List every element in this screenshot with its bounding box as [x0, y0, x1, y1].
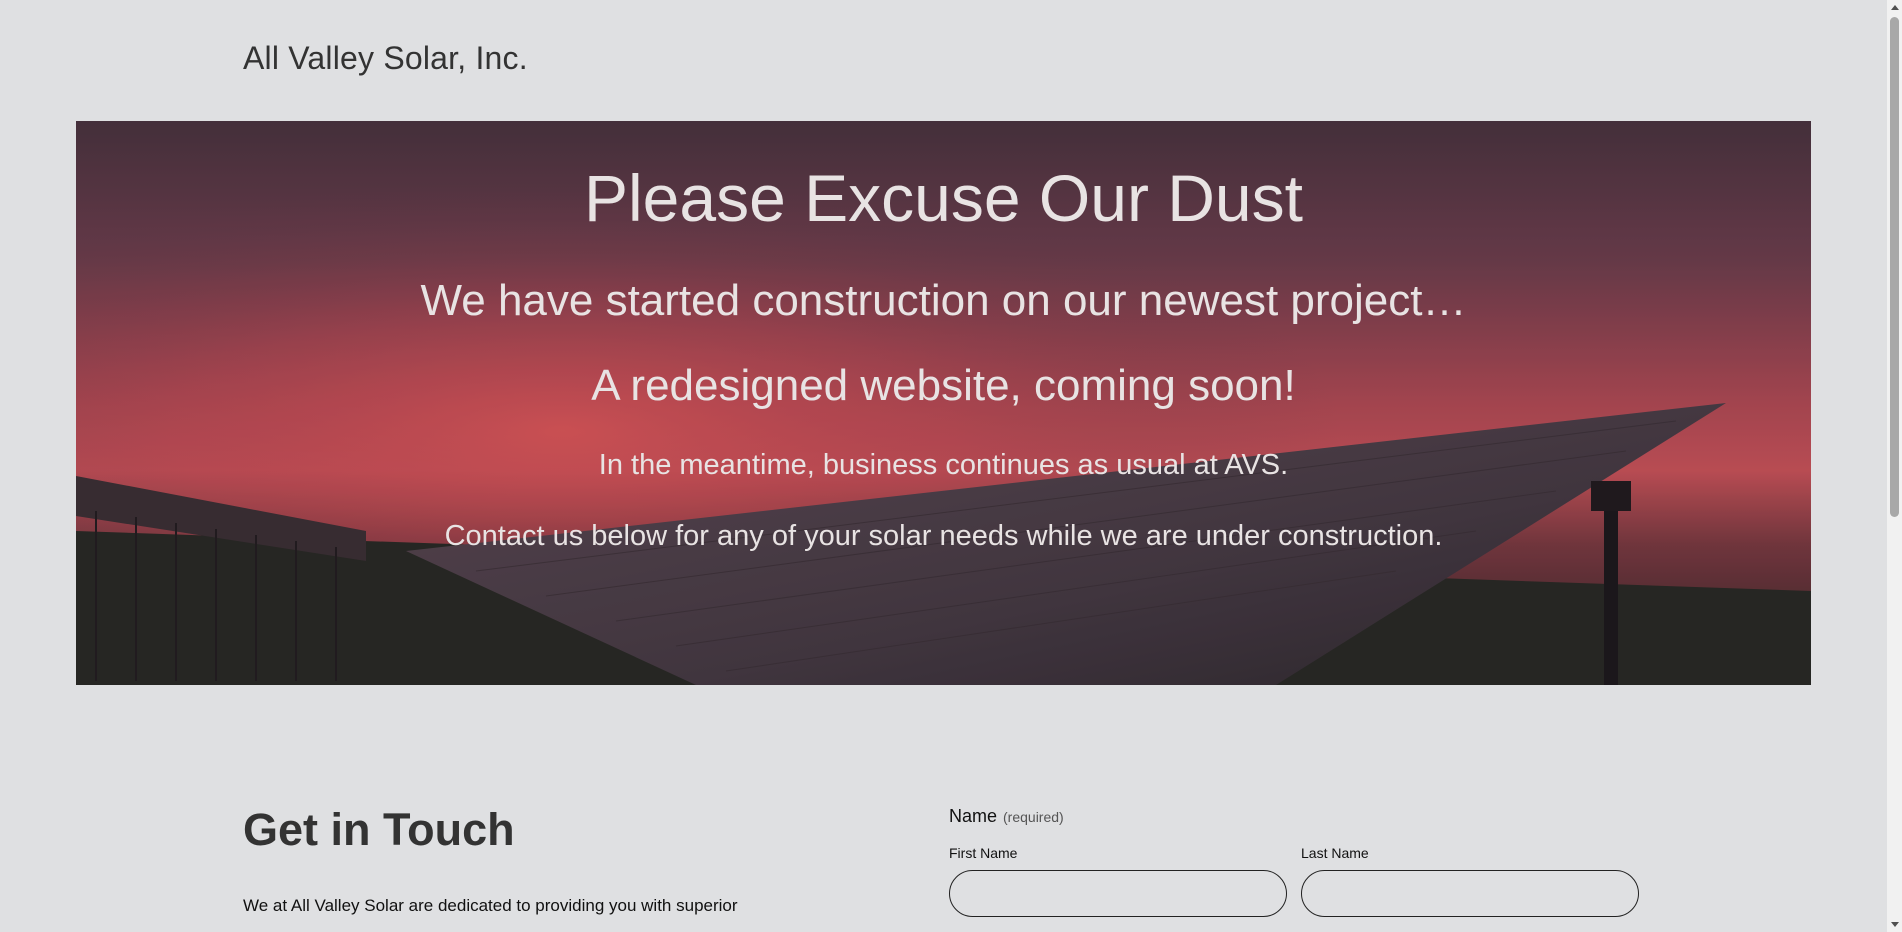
name-label: Name	[949, 806, 998, 826]
page: All Valley Solar, Inc. Please Excuse Our…	[0, 0, 1887, 932]
contact-description-line: We at All Valley Solar are dedicated to …	[243, 896, 738, 915]
contact-description: We at All Valley Solar are dedicated to …	[243, 889, 843, 932]
hero-heading: Please Excuse Our Dust	[584, 161, 1303, 235]
site-title-link[interactable]: All Valley Solar, Inc.	[243, 40, 528, 77]
first-name-input[interactable]	[949, 870, 1287, 917]
contact-description-line: service. Fill out the form and our team …	[243, 923, 843, 932]
required-indicator: (required)	[1003, 809, 1064, 825]
page-scrollbar[interactable]	[1887, 0, 1902, 932]
scroll-up-arrow-icon[interactable]	[1887, 0, 1902, 15]
hero-line-project: We have started construction on our newe…	[420, 276, 1467, 325]
first-name-label: First Name	[949, 845, 1018, 861]
last-name-label: Last Name	[1301, 845, 1369, 861]
hero-line-business: In the meantime, business continues as u…	[598, 449, 1289, 481]
scroll-down-arrow-icon[interactable]	[1887, 917, 1902, 932]
name-field-label: Name (required)	[949, 806, 1064, 827]
scrollbar-thumb[interactable]	[1890, 17, 1899, 517]
last-name-input[interactable]	[1301, 870, 1639, 917]
hero-line-redesign: A redesigned website, coming soon!	[591, 361, 1296, 410]
hero-banner: Please Excuse Our Dust We have started c…	[76, 121, 1811, 685]
contact-heading: Get in Touch	[243, 804, 515, 855]
hero-line-contact: Contact us below for any of your solar n…	[444, 520, 1443, 552]
